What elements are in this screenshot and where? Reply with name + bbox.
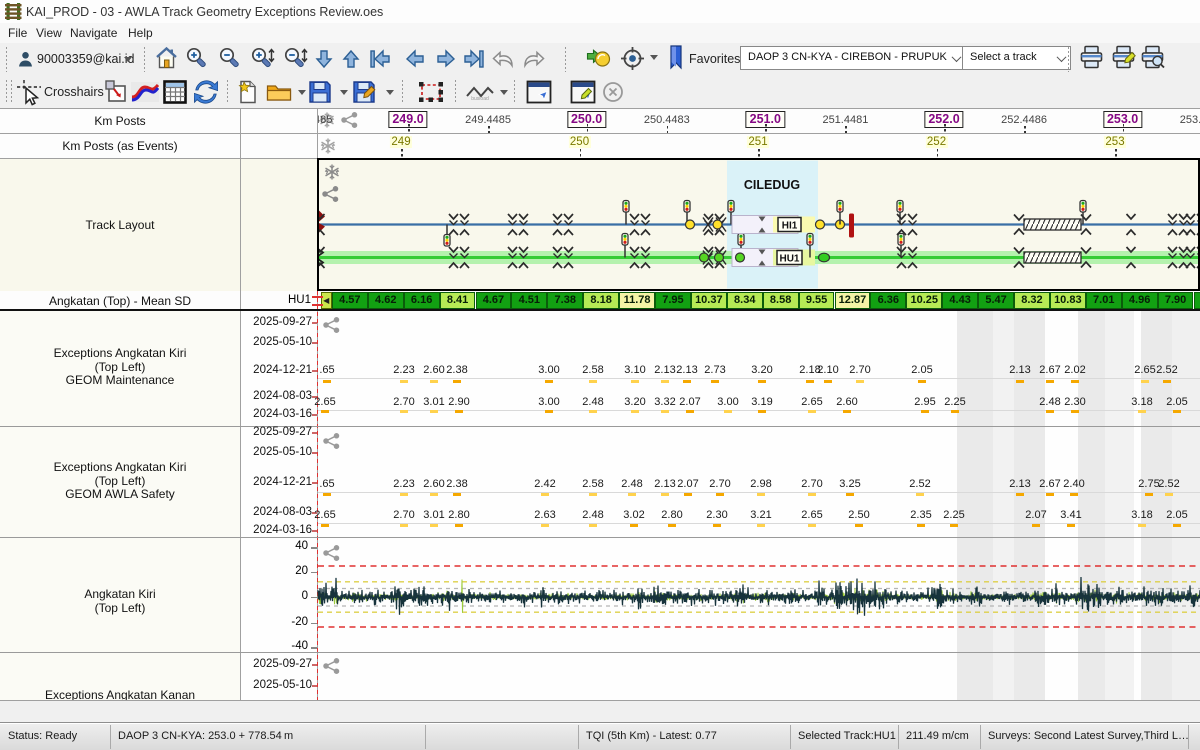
svg-text:busload: busload [471,96,489,101]
